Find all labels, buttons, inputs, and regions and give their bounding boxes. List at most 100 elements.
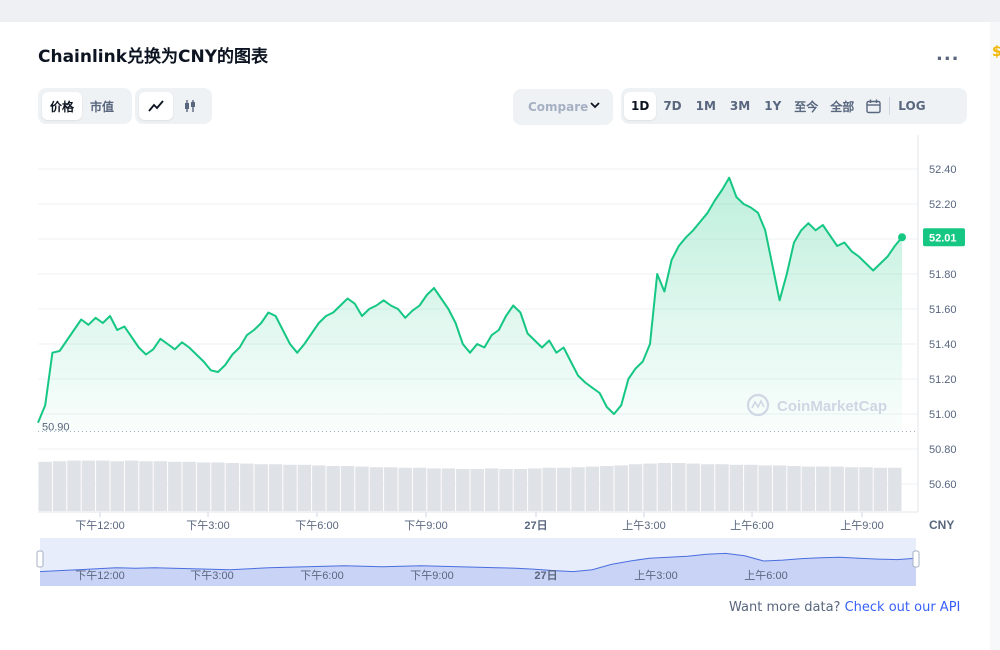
y-tick-label: 52.20 (929, 199, 957, 211)
y-axis: 52.4052.2052.0051.8051.6051.4051.2051.00… (929, 164, 957, 491)
y-tick-label: 51.20 (929, 374, 957, 386)
api-link[interactable]: Check out our API (845, 600, 961, 615)
navigator-tick-label: 下午12:00 (75, 569, 125, 582)
x-tick-label: 上午3:00 (622, 519, 665, 532)
volume-bar (268, 464, 283, 511)
x-tick-label: 下午3:00 (186, 519, 229, 532)
baseline-label: 50.90 (42, 422, 70, 434)
volume-bar (211, 462, 225, 511)
volume-bar (182, 461, 196, 511)
volume-bar (888, 467, 902, 511)
navigator-tick-label: 上午6:00 (744, 569, 787, 582)
x-tick-label: 下午9:00 (404, 519, 447, 532)
navigator[interactable]: 下午12:00 下午3:00 下午6:00 下午9:00 27日 上午3:00 上午6:00 (36, 538, 920, 586)
volume-bar (124, 460, 139, 511)
volume-bar (844, 467, 859, 511)
volume-bar (556, 467, 571, 511)
volume-bar (110, 461, 124, 511)
volume-bar (585, 466, 600, 511)
y-tick-label: 51.00 (929, 409, 957, 421)
volume-bar (715, 464, 729, 511)
volume-bar (441, 468, 456, 511)
volume-bar (153, 461, 168, 511)
navigator-tick-label: 下午3:00 (190, 569, 233, 582)
volume-bar (297, 464, 312, 511)
x-tick-label: 下午12:00 (75, 519, 125, 532)
price-area-fill (38, 177, 902, 432)
volume-bar (67, 460, 81, 511)
volume-bar (96, 460, 110, 511)
navigator-handle-left (36, 550, 44, 568)
volume-bar (816, 466, 830, 511)
volume-bar (38, 461, 52, 511)
footer-text: Want more data? (729, 600, 841, 615)
x-axis: 下午12:00 下午3:00 下午6:00 下午9:00 27日 上午3:00 上午6:00… (38, 511, 954, 532)
watermark-text: CoinMarketCap (777, 398, 887, 415)
volume-bars (38, 460, 902, 511)
volume-bar (772, 465, 787, 511)
volume-bar (542, 467, 556, 511)
volume-bar (571, 467, 585, 511)
volume-bar (139, 461, 153, 511)
volume-bar (470, 469, 484, 511)
x-tick-label: 上午6:00 (730, 519, 773, 532)
volume-bar (52, 461, 67, 511)
volume-bar (787, 466, 801, 511)
footer-cta: Want more data? Check out our API (729, 600, 960, 615)
y-tick-label: 51.80 (929, 269, 957, 281)
navigator-tick-label: 27日 (534, 569, 557, 582)
y-tick-label: 51.60 (929, 304, 957, 316)
volume-bar (830, 466, 844, 511)
volume-bar (657, 463, 672, 511)
volume-bar (312, 465, 326, 511)
volume-bar (758, 465, 772, 511)
volume-bar (340, 466, 355, 511)
x-tick-label: 下午6:00 (295, 519, 338, 532)
volume-bar (412, 467, 427, 511)
volume-bar (513, 469, 528, 511)
navigator-tick-label: 上午3:00 (634, 569, 677, 582)
price-area (37, 176, 906, 432)
volume-bar (355, 466, 369, 511)
currency-label: CNY (929, 518, 954, 532)
volume-bar (326, 466, 340, 511)
volume-bar (643, 463, 657, 511)
volume-bar (168, 461, 182, 511)
volume-bar (196, 462, 211, 511)
volume-bar (384, 467, 398, 511)
volume-bar (499, 469, 513, 511)
volume-bar (456, 469, 470, 511)
navigator-handle-right (912, 550, 920, 568)
volume-bar (369, 467, 384, 511)
volume-bar (873, 467, 888, 511)
volume-bar (81, 460, 96, 511)
volume-bar (614, 465, 628, 511)
volume-bar (686, 463, 700, 511)
x-tick-label: 上午9:00 (840, 519, 883, 532)
volume-bar (240, 463, 254, 511)
volume-bar (254, 464, 268, 511)
y-tick-label: 50.80 (929, 444, 957, 456)
volume-bar (484, 468, 499, 511)
volume-bar (427, 468, 441, 511)
volume-bar (672, 463, 686, 511)
volume-bar (225, 463, 240, 511)
last-price-label: 52.01 (929, 232, 957, 244)
volume-bar (528, 468, 542, 511)
y-tick-label: 52.40 (929, 164, 957, 176)
volume-bar (859, 467, 873, 511)
y-tick-label: 50.60 (929, 479, 957, 491)
volume-bar (744, 464, 758, 511)
volume-bar (729, 464, 744, 511)
volume-bar (628, 464, 643, 511)
price-chart[interactable]: 52.4052.2052.0051.8051.6051.4051.2051.00… (0, 0, 1000, 650)
x-tick-label: 27日 (524, 519, 547, 532)
last-price-dot (898, 233, 906, 242)
volume-bar (801, 466, 816, 511)
navigator-tick-label: 下午6:00 (300, 569, 343, 582)
y-tick-label: 51.40 (929, 339, 957, 351)
volume-bar (700, 464, 715, 511)
volume-bar (398, 467, 412, 511)
volume-bar (283, 464, 297, 511)
navigator-tick-label: 下午9:00 (410, 569, 453, 582)
